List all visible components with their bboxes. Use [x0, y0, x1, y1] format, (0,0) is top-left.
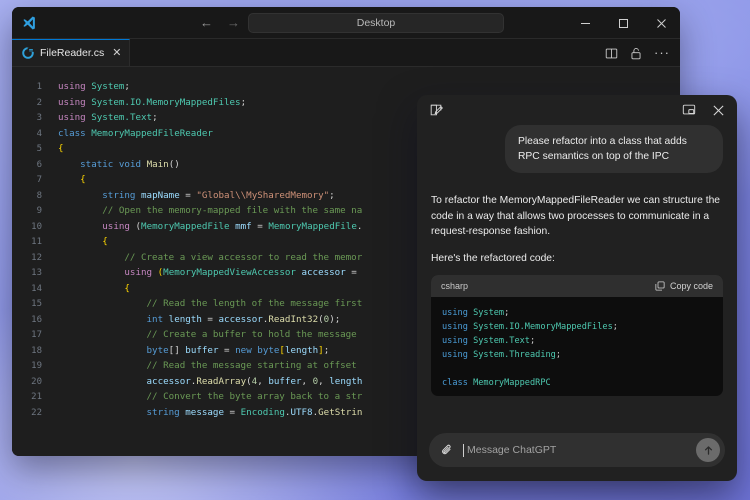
tab-close-icon[interactable]: ✕ [112, 47, 121, 59]
code-line-text: static void Main() [80, 158, 180, 170]
code-block-line: using System.Threading; [442, 350, 562, 360]
assistant-paragraph-2: Here's the refactored code: [431, 252, 555, 264]
line-number: 12 [31, 252, 42, 263]
paperclip-icon[interactable] [440, 443, 454, 457]
maximize-button[interactable] [604, 7, 642, 39]
chat-composer-area: Message ChatGPT [417, 425, 737, 481]
copy-code-button[interactable]: Copy code [655, 281, 713, 291]
line-number: 2 [36, 97, 42, 108]
line-number: 20 [31, 376, 42, 387]
split-editor-icon[interactable] [605, 47, 618, 60]
line-number: 15 [31, 299, 42, 309]
code-block-line: using System.Text; [442, 336, 536, 346]
line-number: 11 [31, 237, 42, 247]
title-bar: ← → Desktop [12, 7, 680, 39]
code-block-header: csharp Copy code [431, 275, 723, 297]
line-number: 3 [36, 113, 42, 123]
code-line-text: byte[] buffer = new byte[length]; [146, 344, 330, 356]
code-line-text: int length = accessor.ReadInt32(0); [146, 313, 341, 325]
line-number: 10 [31, 221, 42, 232]
picture-in-picture-icon[interactable] [682, 103, 696, 117]
line-number: 16 [31, 314, 42, 325]
code-line-text: using System.IO.MemoryMappedFiles; [58, 96, 247, 108]
code-line-text: string message = Encoding.UTF8.GetStrin [146, 406, 363, 418]
code-line-text: class MemoryMappedFileReader [58, 127, 213, 139]
line-number: 4 [36, 128, 42, 139]
line-number: 1 [36, 82, 42, 92]
chatgpt-panel: Please refactor into a class that adds R… [417, 95, 737, 481]
line-number: 22 [31, 407, 42, 418]
assistant-paragraph-1: To refactor the MemoryMappedFileReader w… [431, 195, 721, 237]
copy-code-label: Copy code [669, 281, 713, 291]
code-line-text: accessor.ReadArray(4, buffer, 0, length [146, 375, 363, 387]
code-block-line [442, 362, 712, 376]
minimize-button[interactable] [566, 7, 604, 39]
navigation-arrows: ← → [200, 16, 240, 29]
chat-panel-header [417, 95, 737, 125]
command-center[interactable]: Desktop [248, 12, 504, 33]
code-line-text: using (MemoryMappedFile mmf = MemoryMapp… [102, 220, 363, 232]
send-button[interactable] [696, 438, 720, 462]
user-message-row: Please refactor into a class that adds R… [431, 125, 723, 173]
forward-arrow-icon[interactable]: → [227, 16, 240, 29]
back-arrow-icon[interactable]: ← [200, 16, 213, 29]
editor-tab-bar: FileReader.cs ✕ ··· [12, 39, 680, 67]
unlock-icon[interactable] [630, 47, 642, 60]
line-number: 5 [36, 144, 42, 154]
chat-header-actions [682, 103, 725, 117]
code-language-label: csharp [441, 281, 469, 291]
vscode-logo-icon [12, 15, 46, 31]
code-block-line: using System.IO.MemoryMappedFiles; [442, 322, 618, 332]
line-number: 21 [31, 392, 42, 402]
text-caret [463, 443, 464, 457]
message-input[interactable]: Message ChatGPT [463, 443, 696, 457]
command-center-text: Desktop [356, 16, 396, 29]
csharp-file-icon [22, 47, 34, 59]
code-line-text: { [124, 282, 130, 294]
code-block-line: class MemoryMappedRPC [442, 378, 551, 388]
tab-filereader-cs[interactable]: FileReader.cs ✕ [12, 39, 131, 66]
chat-messages[interactable]: Please refactor into a class that adds R… [417, 125, 737, 425]
code-line-text: // Convert the byte array back to a str [146, 391, 363, 402]
chat-composer[interactable]: Message ChatGPT [429, 433, 725, 467]
code-line-text: // Read the message starting at offset [146, 360, 357, 371]
line-number: 6 [36, 159, 42, 170]
code-block-line: using System; [442, 308, 510, 318]
code-line-text: // Create a buffer to hold the message [146, 329, 357, 340]
line-number: 9 [36, 206, 42, 216]
editor-actions: ··· [605, 39, 674, 67]
line-number: 18 [31, 345, 42, 356]
code-line-text: // Create a view accessor to read the me… [124, 251, 363, 263]
close-panel-icon[interactable] [712, 104, 725, 117]
line-number: 8 [36, 190, 42, 201]
assistant-code-block: csharp Copy code using System; using Syst… [431, 275, 723, 396]
code-block-lines: using System; using System.IO.MemoryMappe… [431, 297, 723, 396]
new-chat-icon[interactable] [429, 103, 443, 117]
line-number: 7 [36, 175, 42, 185]
line-number: 17 [31, 330, 42, 340]
more-actions-icon[interactable]: ··· [654, 46, 670, 59]
code-line-text: using System.Text; [58, 112, 158, 123]
code-line-text: // Open the memory-mapped file with the … [102, 205, 363, 216]
code-line-text: // Read the length of the message first [146, 298, 363, 309]
close-button[interactable] [642, 7, 680, 39]
code-line-text: { [58, 143, 64, 154]
code-line-text: string mapName = "Global\\MySharedMemory… [102, 189, 335, 201]
line-number: 13 [31, 268, 42, 278]
code-line-text: using (MemoryMappedViewAccessor accessor… [124, 267, 357, 278]
message-input-placeholder: Message ChatGPT [467, 444, 557, 456]
code-line: 1 using System; [12, 79, 680, 95]
line-number: 19 [31, 361, 42, 371]
line-number: 14 [31, 283, 42, 294]
code-line-text: { [102, 236, 108, 247]
code-line-text: { [80, 174, 86, 185]
user-message-bubble: Please refactor into a class that adds R… [505, 125, 723, 173]
tab-label: FileReader.cs [40, 47, 105, 59]
code-line-text: using System; [58, 81, 130, 92]
window-controls [566, 7, 680, 39]
